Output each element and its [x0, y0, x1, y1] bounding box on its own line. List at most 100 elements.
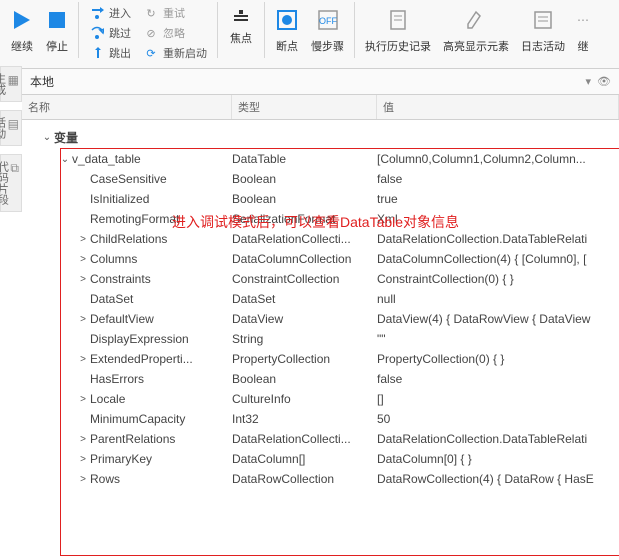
breakpoint-button[interactable]: 断点: [269, 2, 305, 56]
var-row[interactable]: >ChildRelationsDataRelationCollecti...Da…: [22, 229, 619, 249]
chevron-down-icon[interactable]: ⌄: [40, 132, 54, 143]
var-row[interactable]: >DefaultViewDataViewDataView(4) { DataRo…: [22, 309, 619, 329]
header-name[interactable]: 名称: [22, 95, 232, 119]
chevron-right-icon[interactable]: >: [76, 254, 90, 265]
step-out-label: 跳出: [109, 45, 131, 61]
chevron-right-icon[interactable]: >: [76, 354, 90, 365]
var-row[interactable]: >ConstraintsConstraintCollectionConstrai…: [22, 269, 619, 289]
header-value[interactable]: 值: [377, 95, 619, 119]
var-row[interactable]: >CaseSensitiveBooleanfalse: [22, 169, 619, 189]
var-name: Columns: [90, 252, 137, 266]
step-out-icon: [89, 45, 105, 61]
var-value: "": [377, 332, 619, 346]
var-type: DataTable: [232, 152, 377, 166]
chevron-down-icon[interactable]: ⌄: [58, 154, 72, 165]
chevron-right-icon[interactable]: >: [76, 434, 90, 445]
var-row[interactable]: >RowsDataRowCollectionDataRowCollection(…: [22, 469, 619, 489]
chevron-right-icon[interactable]: >: [76, 274, 90, 285]
step-in-button[interactable]: 进入: [87, 4, 133, 22]
highlight-button[interactable]: 高亮显示元素: [437, 2, 515, 56]
step-over-icon: [89, 25, 105, 41]
restart-icon: ⟳: [143, 45, 159, 61]
pane-title: 本地: [30, 73, 54, 90]
group-variables[interactable]: ⌄ 变量: [22, 126, 619, 149]
pane-pin-icon[interactable]: 👁: [597, 75, 611, 88]
activity-icon: ▤: [8, 117, 19, 131]
var-name: v_data_table: [72, 152, 141, 166]
build-icon: ▦: [8, 73, 19, 87]
highlight-label: 高亮显示元素: [443, 38, 509, 54]
var-row[interactable]: >ParentRelationsDataRelationCollecti...D…: [22, 429, 619, 449]
var-value: ConstraintCollection(0) { }: [377, 272, 619, 286]
step-in-label: 进入: [109, 5, 131, 21]
retry-button[interactable]: ↻ 重试: [141, 4, 209, 22]
restart-label: 重新启动: [163, 45, 207, 61]
retry-icon: ↻: [143, 5, 159, 21]
side-tab-activity[interactable]: ▤ 活动: [0, 110, 22, 146]
var-type: String: [232, 332, 377, 346]
snippets-icon: ⧉: [10, 161, 19, 176]
side-tab-snippets[interactable]: ⧉ 代码片段: [0, 154, 22, 212]
var-row[interactable]: >ExtendedProperti...PropertyCollectionPr…: [22, 349, 619, 369]
var-name: ParentRelations: [90, 432, 175, 446]
chevron-right-icon[interactable]: >: [76, 234, 90, 245]
annotation-text: 进入调试模式后，可以查看DataTable对象信息: [172, 212, 459, 232]
history-label: 执行历史记录: [365, 38, 431, 54]
stop-icon: [46, 4, 68, 36]
ignore-button[interactable]: ⊘ 忽略: [141, 24, 209, 42]
var-name: Constraints: [90, 272, 151, 286]
var-row[interactable]: >IsInitializedBooleantrue: [22, 189, 619, 209]
var-row[interactable]: >ColumnsDataColumnCollectionDataColumnCo…: [22, 249, 619, 269]
var-row[interactable]: >DisplayExpressionString"": [22, 329, 619, 349]
history-button[interactable]: 执行历史记录: [359, 2, 437, 56]
step-out-button[interactable]: 跳出: [87, 44, 133, 62]
var-value: true: [377, 192, 619, 206]
step-in-icon: [89, 5, 105, 21]
var-type: DataRelationCollecti...: [232, 432, 377, 446]
cont2-label: 继: [578, 38, 589, 54]
var-row[interactable]: >PrimaryKeyDataColumn[]DataColumn[0] { }: [22, 449, 619, 469]
focus-button[interactable]: 焦点: [226, 4, 256, 48]
chevron-right-icon[interactable]: >: [76, 454, 90, 465]
var-type: Int32: [232, 412, 377, 426]
var-row[interactable]: >LocaleCultureInfo[]: [22, 389, 619, 409]
var-root-row[interactable]: ⌄ v_data_table DataTable [Column0,Column…: [22, 149, 619, 169]
var-type: DataSet: [232, 292, 377, 306]
stop-label: 停止: [46, 38, 68, 54]
var-name: Locale: [90, 392, 125, 406]
var-type: DataColumn[]: [232, 452, 377, 466]
var-name: Rows: [90, 472, 120, 486]
stop-button[interactable]: 停止: [40, 2, 74, 56]
var-row[interactable]: >MinimumCapacityInt3250: [22, 409, 619, 429]
log-icon: [531, 4, 555, 36]
cont2-icon: ⋯: [577, 4, 589, 36]
side-tab-build-label: 生成: [0, 73, 6, 95]
side-tab-build[interactable]: ▦ 生成: [0, 66, 22, 102]
cont2-button[interactable]: ⋯ 继: [571, 2, 589, 56]
chevron-right-icon[interactable]: >: [76, 474, 90, 485]
chevron-right-icon[interactable]: >: [76, 314, 90, 325]
side-tab-snippets-label: 代码片段: [0, 161, 8, 205]
var-type: DataColumnCollection: [232, 252, 377, 266]
header-type[interactable]: 类型: [232, 95, 377, 119]
slowstep-label: 慢步骤: [311, 38, 344, 54]
slowstep-button[interactable]: OFF 慢步骤: [305, 2, 350, 56]
history-icon: [386, 4, 410, 36]
var-type: Boolean: [232, 192, 377, 206]
continue-button[interactable]: 继续: [4, 2, 40, 56]
var-row[interactable]: >HasErrorsBooleanfalse: [22, 369, 619, 389]
restart-button[interactable]: ⟳ 重新启动: [141, 44, 209, 62]
var-type: Boolean: [232, 372, 377, 386]
var-value: DataRowCollection(4) { DataRow { HasE: [377, 472, 619, 486]
pane-dropdown-icon[interactable]: ▾: [586, 75, 592, 88]
variables-tree: 进入调试模式后，可以查看DataTable对象信息 ⌄ 变量 ⌄ v_data_…: [22, 120, 619, 495]
slowstep-icon: OFF: [316, 4, 340, 36]
log-button[interactable]: 日志活动: [515, 2, 571, 56]
chevron-right-icon[interactable]: >: [76, 394, 90, 405]
focus-icon: [232, 6, 250, 28]
var-name: HasErrors: [90, 372, 144, 386]
step-over-button[interactable]: 跳过: [87, 24, 133, 42]
var-name: ChildRelations: [90, 232, 167, 246]
var-value: false: [377, 372, 619, 386]
var-row[interactable]: >DataSetDataSetnull: [22, 289, 619, 309]
